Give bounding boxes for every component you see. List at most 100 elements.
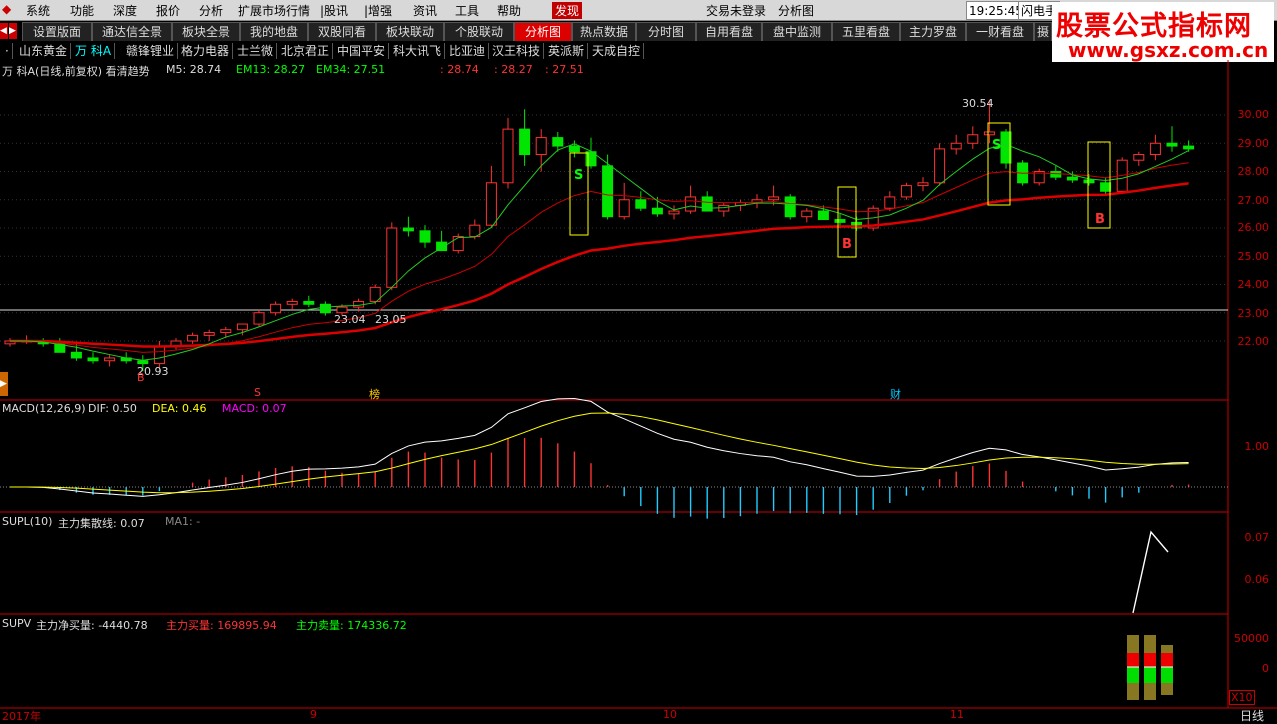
stock-item[interactable]: 汉王科技: [489, 43, 545, 59]
candle-body: [336, 306, 348, 314]
menu-discover[interactable]: 发现: [552, 2, 583, 19]
stock-item[interactable]: 英派斯: [545, 43, 589, 59]
value-label-3: : 27.51: [545, 63, 584, 76]
tab-watchlist[interactable]: 自用看盘: [696, 22, 762, 41]
menu-depth[interactable]: 深度: [113, 2, 137, 19]
candle-body: [452, 235, 464, 252]
supv-bar-buy: [1127, 653, 1139, 667]
menu-quote[interactable]: 报价: [156, 2, 180, 19]
supv-bar-sell: [1161, 667, 1173, 683]
tab-main-compass[interactable]: 主力罗盘: [900, 22, 966, 41]
candle-body: [834, 219, 846, 223]
supv-group: [1127, 635, 1173, 700]
stock-item[interactable]: 科大讯飞: [390, 43, 446, 59]
supv-bar-buy: [1161, 653, 1173, 667]
value-label-2: : 28.27: [494, 63, 533, 76]
menu-extended-market[interactable]: 扩展市场行情: [238, 2, 310, 19]
tab-scroll-left-icon[interactable]: ◀: [0, 23, 8, 39]
price-tick: 23.00: [1237, 307, 1270, 320]
macd-group: [0, 398, 1228, 519]
menu-analysis[interactable]: 分析: [199, 2, 223, 19]
candle-body: [1050, 171, 1062, 178]
tab-intraday[interactable]: 分时图: [636, 22, 696, 41]
tab-analysis-chart[interactable]: 分析图: [514, 22, 572, 41]
candle-body: [1133, 154, 1145, 161]
stock-item[interactable]: 比亚迪: [446, 43, 490, 59]
chart-title: 万 科A(日线,前复权) 看清趋势: [2, 65, 150, 78]
candles: [4, 99, 1195, 372]
tab-yicai[interactable]: 一财看盘: [966, 22, 1034, 41]
stock-item[interactable]: 中国平安: [334, 43, 390, 59]
candle-body: [419, 230, 431, 243]
stock-item[interactable]: 赣锋锂业: [123, 43, 179, 59]
stock-item[interactable]: 山东黄金: [16, 43, 72, 59]
tab-sector-panorama[interactable]: 板块全景: [172, 22, 240, 41]
supl-ma-label: MA1: -: [165, 515, 201, 528]
event-marker[interactable]: 榜: [369, 386, 380, 402]
candle-body: [236, 323, 248, 331]
candle-body: [568, 145, 580, 153]
candle-body: [784, 196, 796, 218]
tab-sector-link[interactable]: 板块联动: [376, 22, 444, 41]
menu-help[interactable]: 帮助: [497, 2, 521, 19]
supv-bar-sell: [1144, 667, 1156, 683]
menu-stock-news[interactable]: |股讯: [320, 2, 348, 19]
tab-dual-stock[interactable]: 双股同看: [308, 22, 376, 41]
candle-body: [153, 346, 165, 365]
candle-body: [137, 360, 149, 365]
tab-stock-link[interactable]: 个股联动: [444, 22, 514, 41]
supv-buy: 主力买量: 169895.94: [166, 619, 277, 632]
candle-body: [319, 303, 331, 314]
candle-body: [203, 332, 215, 336]
tab-scroll-right-icon[interactable]: ▶: [9, 23, 17, 39]
login-status[interactable]: 交易未登录: [706, 2, 766, 19]
candle-body: [635, 199, 647, 209]
menu-system[interactable]: 系统: [26, 2, 50, 19]
event-marker[interactable]: 财: [890, 386, 901, 402]
stock-bullet: ·: [2, 43, 13, 59]
tab-hot-data[interactable]: 热点数据: [572, 22, 636, 41]
stock-item[interactable]: 格力电器: [178, 43, 234, 59]
em34-label: EM34: 27.51: [316, 63, 386, 76]
menu-function[interactable]: 功能: [70, 2, 94, 19]
supv-unit[interactable]: X10: [1229, 690, 1255, 705]
stock-item[interactable]: 北京君正: [278, 43, 334, 59]
supv-net: 主力净买量: -4440.78: [36, 619, 148, 632]
candle-body: [1183, 145, 1195, 150]
supl-line-label: 主力集散线: 0.07: [58, 517, 145, 530]
app-icon[interactable]: ◆: [2, 2, 11, 16]
candle-body: [104, 357, 116, 362]
macd-value: MACD: 0.07: [222, 402, 287, 415]
candle-body: [917, 182, 929, 187]
candle-body: [701, 196, 713, 212]
period-label[interactable]: 日线: [1240, 707, 1264, 724]
signal-sell-mark: S: [574, 168, 584, 183]
window-title: 分析图: [778, 4, 815, 18]
tab-my-area[interactable]: 我的地盘: [240, 22, 308, 41]
price-tick: 28.00: [1237, 165, 1270, 178]
candle-body: [1066, 176, 1078, 181]
candle-body: [552, 137, 564, 147]
event-marker[interactable]: S: [254, 386, 261, 399]
tab-more[interactable]: 摄: [1034, 22, 1052, 41]
price-tick: 26.00: [1237, 221, 1270, 234]
stock-item[interactable]: 士兰微: [234, 43, 278, 59]
menu-tools[interactable]: 工具: [455, 2, 479, 19]
tab-wuli[interactable]: 五里看盘: [832, 22, 900, 41]
tab-monitor[interactable]: 盘中监测: [762, 22, 832, 41]
candle-body: [535, 137, 547, 156]
tab-tdx-panorama[interactable]: 通达信全景: [92, 22, 172, 41]
candle-body: [618, 199, 630, 218]
menu-info[interactable]: 资讯: [413, 2, 437, 19]
stock-item-current[interactable]: 万 科A: [72, 43, 116, 59]
supl-line: [1132, 530, 1169, 614]
signal-buy-mark: B: [842, 237, 852, 252]
date-tick: 11: [950, 708, 964, 721]
stock-item[interactable]: 天成自控: [589, 43, 645, 59]
side-panel-toggle-icon[interactable]: ▶: [0, 372, 8, 396]
candle-body: [253, 312, 265, 325]
stock-bar: · 山东黄金 万 科A 赣锋锂业 格力电器 士兰微 北京君正 中国平安 科大讯飞…: [0, 42, 1050, 60]
tab-layout[interactable]: 设置版面: [22, 22, 92, 41]
menu-enhance[interactable]: |增强: [364, 2, 392, 19]
candle-body: [900, 185, 912, 198]
